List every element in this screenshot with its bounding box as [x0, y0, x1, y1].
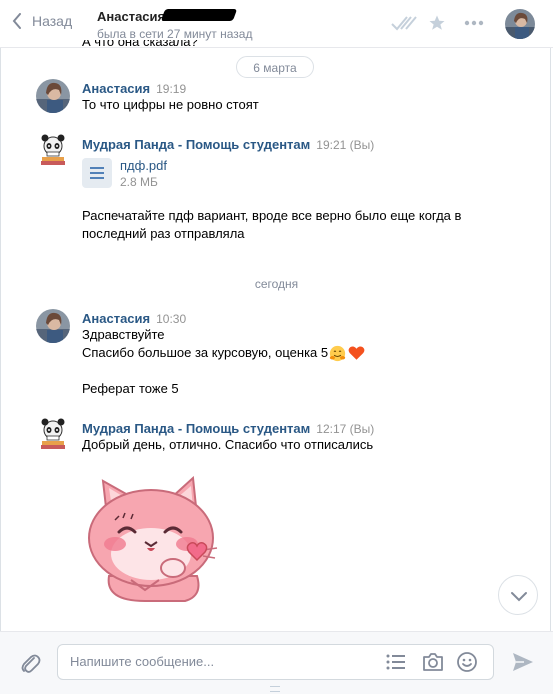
camera-icon[interactable] — [422, 652, 444, 672]
message-input-placeholder: Напишите сообщение... — [70, 654, 215, 669]
document-size: 2.8 МБ — [120, 175, 158, 189]
message-time: 10:30 — [156, 312, 187, 326]
date-divider: 6 марта — [236, 56, 314, 78]
template-list-icon[interactable] — [386, 653, 406, 671]
more-icon[interactable] — [464, 20, 484, 26]
send-icon[interactable] — [512, 652, 534, 672]
heart-emoji-icon — [348, 346, 365, 360]
back-button[interactable]: Назад — [12, 13, 72, 29]
scroll-down-button[interactable] — [498, 575, 538, 615]
message-text: Добрый день, отлично. Спасибо что отписа… — [82, 437, 374, 452]
message-time: 19:19 — [156, 82, 187, 96]
peer-avatar[interactable] — [505, 9, 535, 39]
paperclip-icon[interactable] — [18, 651, 42, 675]
message-author[interactable]: Мудрая Панда - Помощь студентам 12:17 (Вы… — [82, 421, 374, 436]
read-checkmarks-icon[interactable] — [391, 15, 417, 31]
chevron-down-icon — [511, 592, 527, 602]
star-icon[interactable] — [428, 14, 446, 32]
message-time: 12:17 (Вы) — [316, 422, 375, 436]
author-name: Мудрая Панда - Помощь студентам — [82, 137, 311, 152]
peer-name[interactable]: Анастасия — [97, 9, 165, 24]
panda-avatar[interactable] — [36, 417, 70, 451]
message-text-line: последний раз отправляла — [82, 226, 245, 241]
back-label: Назад — [32, 13, 73, 29]
message-text-line: Распечатайте пдф вариант, вроде все верн… — [82, 208, 462, 223]
author-name: Анастасия — [82, 81, 151, 96]
resize-grip-icon[interactable] — [270, 686, 280, 692]
author-name: Анастасия — [82, 311, 151, 326]
chevron-left-icon — [12, 13, 21, 29]
message-text-line-with-emoji: Спасибо большое за курсовую, оценка 5 — [82, 344, 365, 362]
date-divider: сегодня — [254, 277, 299, 291]
peer-avatar[interactable] — [36, 79, 70, 113]
cat-sticker[interactable] — [85, 476, 220, 602]
document-name[interactable]: пдф.pdf — [120, 158, 167, 173]
message-author[interactable]: Мудрая Панда - Помощь студентам 19:21 (Вы… — [82, 137, 374, 152]
message-text-line: Реферат тоже 5 — [82, 381, 179, 396]
peer-avatar[interactable] — [36, 309, 70, 343]
redaction-mark — [160, 9, 238, 21]
document-icon — [82, 158, 112, 188]
message-time: 19:21 (Вы) — [316, 138, 375, 152]
peer-status: была в сети 27 минут назад — [97, 27, 253, 41]
author-name: Мудрая Панда - Помощь студентам — [82, 421, 311, 436]
emoji-icon[interactable] — [456, 651, 478, 673]
message-text-line: Здравствуйте — [82, 327, 165, 342]
panda-avatar[interactable] — [36, 133, 70, 167]
message-text: То что цифры не ровно стоят — [82, 97, 259, 112]
message-text: Спасибо большое за курсовую, оценка 5 — [82, 345, 329, 360]
hugging-face-emoji-icon — [329, 345, 346, 361]
document-attachment[interactable]: пдф.pdf 2.8 МБ — [82, 158, 167, 189]
message-author[interactable]: Анастасия 10:30 — [82, 311, 186, 326]
message-author[interactable]: Анастасия 19:19 — [82, 81, 186, 96]
